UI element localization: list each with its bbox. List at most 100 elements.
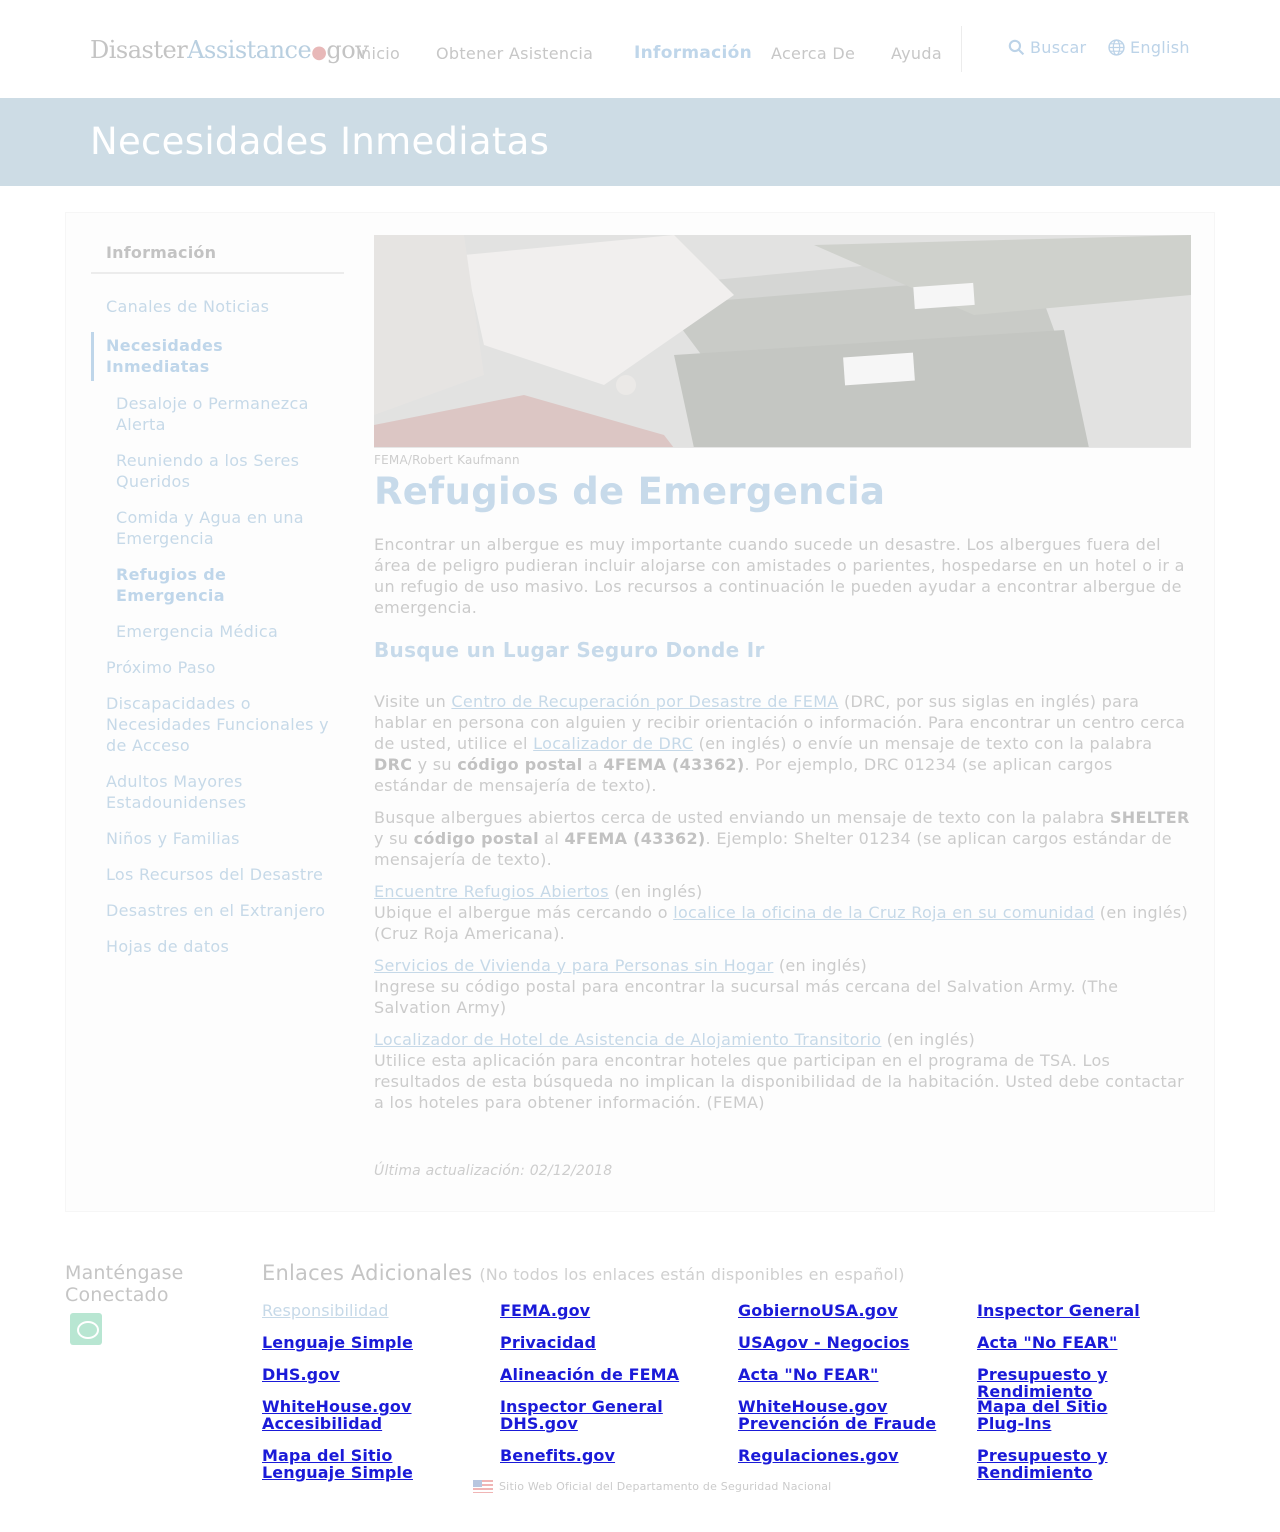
drc-locator-link[interactable]: Localizador de DRC: [533, 734, 693, 753]
housing-link[interactable]: Servicios de Vivienda y para Personas si…: [374, 956, 773, 975]
sidebar-item-recursos[interactable]: Los Recursos del Desastre: [91, 864, 344, 885]
footer-link-presupuesto-2[interactable]: Presupuesto y Rendimiento: [977, 1447, 1127, 1481]
sidebar-item-refugios[interactable]: Refugios de Emergencia: [91, 564, 344, 606]
sidebar-item-discapacidades[interactable]: Discapacidades o Necesidades Funcionales…: [91, 693, 344, 756]
official-site-notice: Sitio Web Oficial del Departamento de Se…: [473, 1480, 831, 1493]
sidebar-item-hojas-de-datos[interactable]: Hojas de datos: [91, 936, 344, 957]
footer-link-whitehouse-2[interactable]: WhiteHouse.gov: [738, 1398, 963, 1415]
housing-paragraph: Servicios de Vivienda y para Personas si…: [374, 955, 1191, 1018]
footer-link-lenguaje-simple[interactable]: Lenguaje Simple: [262, 1334, 487, 1351]
search-icon: [1008, 39, 1025, 56]
shelter-text-3: al: [538, 829, 565, 848]
footer-link-plug-ins[interactable]: Plug-Ins: [977, 1415, 1202, 1432]
more-links-title: Enlaces Adicionales (No todos los enlace…: [262, 1261, 905, 1285]
main-content: FEMA/Robert Kaufmann Refugios de Emergen…: [374, 235, 1191, 1113]
drc-center-link[interactable]: Centro de Recuperación por Desastre de F…: [451, 692, 838, 711]
footer-link-fema[interactable]: FEMA.gov: [500, 1302, 725, 1319]
page-hero: Necesidades Inmediatas: [0, 98, 1280, 186]
nav-informacion[interactable]: Información: [634, 43, 752, 63]
chat-icon[interactable]: [70, 1313, 102, 1345]
nav-obtener-asistencia[interactable]: Obtener Asistencia: [436, 44, 593, 63]
housing-note: (en inglés): [773, 956, 868, 975]
sidebar-menu: Canales de Noticias Necesidades Inmediat…: [91, 296, 344, 957]
logo-part-2: Assistance: [187, 36, 312, 64]
page-title: Necesidades Inmediatas: [90, 120, 550, 163]
footer-link-responsibilidad[interactable]: Responsibilidad: [262, 1302, 487, 1319]
stay-connected-title: Manténgase Conectado: [65, 1262, 184, 1306]
sidebar-item-adultos-mayores[interactable]: Adultos Mayores Estadounidenses: [91, 771, 344, 813]
open-shelters-paragraph: Encuentre Refugios Abiertos (en inglés) …: [374, 881, 1191, 944]
footer-link-mapa-del-sitio-2[interactable]: Mapa del Sitio: [262, 1447, 487, 1464]
shelter-photo: [374, 235, 1191, 448]
drc-text-3: (en inglés) o envíe un mensaje de texto …: [693, 734, 1153, 753]
red-cross-link[interactable]: localice la oficina de la Cruz Roja en s…: [673, 903, 1094, 922]
search-label: Buscar: [1030, 38, 1087, 57]
hotel-locator-link[interactable]: Localizador de Hotel de Asistencia de Al…: [374, 1030, 881, 1049]
footer-link-dhs[interactable]: DHS.gov: [262, 1366, 487, 1383]
drc-text-4: y su: [412, 755, 458, 774]
sidebar-item-emergencia-medica[interactable]: Emergencia Médica: [91, 621, 344, 642]
search-button[interactable]: Buscar: [1008, 38, 1086, 57]
footer-link-lenguaje-simple-2[interactable]: Lenguaje Simple: [262, 1464, 487, 1481]
hotel-paragraph: Localizador de Hotel de Asistencia de Al…: [374, 1029, 1191, 1113]
shelter-text-2: y su: [374, 829, 414, 848]
section-heading: Busque un Lugar Seguro Donde Ir: [374, 638, 765, 662]
us-flag-icon: [473, 1480, 493, 1493]
footer-link-no-fear[interactable]: Acta "No FEAR": [977, 1334, 1202, 1351]
drc-zip: código postal: [457, 755, 583, 774]
sidebar-item-reuniendo[interactable]: Reuniendo a los Seres Queridos: [91, 450, 344, 492]
site-logo[interactable]: DisasterAssistance●gov: [90, 36, 369, 64]
footer-link-prevencion-fraude[interactable]: Prevención de Fraude: [738, 1415, 963, 1432]
footer-link-presupuesto[interactable]: Presupuesto y Rendimiento: [977, 1366, 1127, 1400]
nav-acerca-de[interactable]: Acerca De: [771, 44, 855, 63]
nav-inicio[interactable]: Inicio: [356, 44, 400, 63]
shelter-text-1: Busque albergues abiertos cerca de usted…: [374, 808, 1110, 827]
globe-icon: [1108, 39, 1125, 56]
sidebar-title: Información: [91, 235, 344, 274]
footer-link-usagov-negocios[interactable]: USAgov - Negocios: [738, 1334, 963, 1351]
footer-link-dhs-2[interactable]: DHS.gov: [500, 1415, 725, 1432]
footer-link-whitehouse[interactable]: WhiteHouse.gov: [262, 1398, 487, 1415]
sidebar-item-proximo-paso[interactable]: Próximo Paso: [91, 657, 344, 678]
language-label: English: [1130, 38, 1190, 57]
footer-link-inspector-general[interactable]: Inspector General: [977, 1302, 1202, 1319]
sidebar-item-canales-de-noticias[interactable]: Canales de Noticias: [91, 296, 344, 317]
drc-text-5: a: [582, 755, 604, 774]
official-site-text: Sitio Web Oficial del Departamento de Se…: [499, 1480, 832, 1493]
language-button[interactable]: English: [1108, 38, 1190, 57]
footer-link-inspector-general-2[interactable]: Inspector General: [500, 1398, 725, 1415]
hotel-text: Utilice esta aplicación para encontrar h…: [374, 1051, 1185, 1112]
footer-link-regulaciones[interactable]: Regulaciones.gov: [738, 1447, 963, 1464]
footer-link-privacidad[interactable]: Privacidad: [500, 1334, 725, 1351]
logo-part-1: Disaster: [90, 36, 188, 64]
open-shelters-link[interactable]: Encuentre Refugios Abiertos: [374, 882, 609, 901]
more-links-heading: Enlaces Adicionales: [262, 1261, 473, 1285]
housing-text: Ingrese su código postal para encontrar …: [374, 977, 1119, 1017]
drc-text-1: Visite un: [374, 692, 452, 711]
shelter-zip: código postal: [413, 829, 539, 848]
last-updated: Última actualización: 02/12/2018: [374, 1163, 613, 1179]
open-shelters-text-1: Ubique el albergue más cercando o: [374, 903, 674, 922]
footer-link-alineacion-fema[interactable]: Alineación de FEMA: [500, 1366, 725, 1383]
content-title: Refugios de Emergencia: [374, 470, 886, 513]
sidebar-item-ninos-y-familias[interactable]: Niños y Familias: [91, 828, 344, 849]
sidebar-item-desaloje[interactable]: Desaloje o Permanezca Alerta: [91, 393, 344, 435]
open-shelters-note: (en inglés): [608, 882, 703, 901]
footer-link-gobiernousa[interactable]: GobiernoUSA.gov: [738, 1302, 963, 1319]
shelter-paragraph: Busque albergues abiertos cerca de usted…: [374, 807, 1191, 870]
hotel-note: (en inglés): [881, 1030, 976, 1049]
drc-paragraph: Visite un Centro de Recuperación por Des…: [374, 691, 1191, 796]
footer-link-benefits[interactable]: Benefits.gov: [500, 1447, 725, 1464]
sidebar-item-extranjero[interactable]: Desastres en el Extranjero: [91, 900, 344, 921]
shelter-number: 4FEMA (43362): [564, 829, 706, 848]
sidebar-item-comida-y-agua[interactable]: Comida y Agua en una Emergencia: [91, 507, 344, 549]
nav-ayuda[interactable]: Ayuda: [891, 44, 942, 63]
logo-dot: ●: [311, 42, 327, 63]
nav-divider: [961, 26, 962, 72]
sidebar-item-necesidades-inmediatas[interactable]: Necesidades Inmediatas: [91, 332, 344, 381]
drc-number: 4FEMA (43362): [603, 755, 745, 774]
footer-link-mapa-del-sitio[interactable]: Mapa del Sitio: [977, 1398, 1202, 1415]
footer-link-no-fear-2[interactable]: Acta "No FEAR": [738, 1366, 963, 1383]
footer-link-accesibilidad[interactable]: Accesibilidad: [262, 1415, 487, 1432]
photo-credit: FEMA/Robert Kaufmann: [374, 453, 520, 467]
